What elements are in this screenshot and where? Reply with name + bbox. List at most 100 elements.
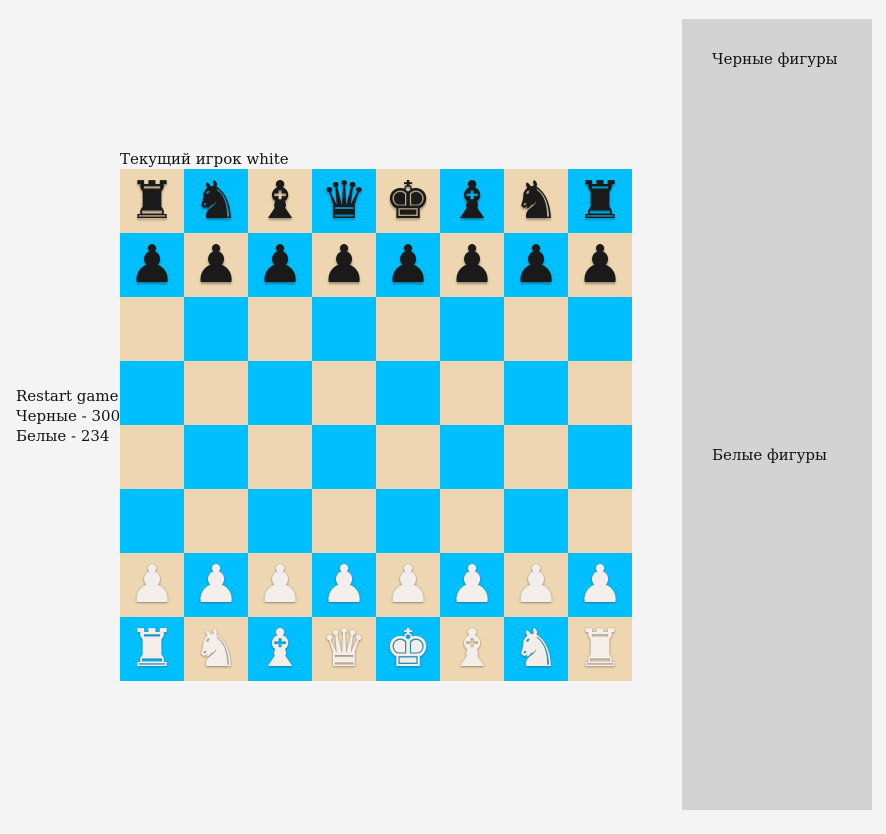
square-a5[interactable] (120, 361, 184, 425)
square-e6[interactable] (376, 297, 440, 361)
square-c7[interactable]: ♟ (248, 233, 312, 297)
square-h6[interactable] (568, 297, 632, 361)
square-c2[interactable]: ♟ (248, 553, 312, 617)
white-king-icon[interactable]: ♚ (385, 617, 432, 681)
square-f3[interactable] (440, 489, 504, 553)
captured-pieces-panel: Черные фигуры Белые фигуры (682, 19, 872, 810)
restart-game-button[interactable]: Restart game (16, 386, 120, 406)
square-b2[interactable]: ♟ (184, 553, 248, 617)
square-a4[interactable] (120, 425, 184, 489)
square-b7[interactable]: ♟ (184, 233, 248, 297)
square-e2[interactable]: ♟ (376, 553, 440, 617)
black-knight-icon[interactable]: ♞ (193, 169, 240, 233)
square-g3[interactable] (504, 489, 568, 553)
square-f1[interactable]: ♝ (440, 617, 504, 681)
square-f4[interactable] (440, 425, 504, 489)
square-b4[interactable] (184, 425, 248, 489)
black-king-icon[interactable]: ♚ (385, 169, 432, 233)
white-bishop-icon[interactable]: ♝ (257, 617, 304, 681)
white-bishop-icon[interactable]: ♝ (449, 617, 496, 681)
square-e5[interactable] (376, 361, 440, 425)
white-pawn-icon[interactable]: ♟ (129, 553, 176, 617)
square-a8[interactable]: ♜ (120, 169, 184, 233)
square-h2[interactable]: ♟ (568, 553, 632, 617)
square-b6[interactable] (184, 297, 248, 361)
square-d8[interactable]: ♛ (312, 169, 376, 233)
square-d7[interactable]: ♟ (312, 233, 376, 297)
square-d6[interactable] (312, 297, 376, 361)
square-e7[interactable]: ♟ (376, 233, 440, 297)
square-g7[interactable]: ♟ (504, 233, 568, 297)
white-pawn-icon[interactable]: ♟ (449, 553, 496, 617)
white-queen-icon[interactable]: ♛ (321, 617, 368, 681)
white-rook-icon[interactable]: ♜ (129, 617, 176, 681)
white-score: Белые - 234 (16, 427, 110, 445)
square-e8[interactable]: ♚ (376, 169, 440, 233)
square-c5[interactable] (248, 361, 312, 425)
square-f6[interactable] (440, 297, 504, 361)
white-rook-icon[interactable]: ♜ (577, 617, 624, 681)
square-e1[interactable]: ♚ (376, 617, 440, 681)
square-f2[interactable]: ♟ (440, 553, 504, 617)
square-d4[interactable] (312, 425, 376, 489)
square-h7[interactable]: ♟ (568, 233, 632, 297)
square-h3[interactable] (568, 489, 632, 553)
black-bishop-icon[interactable]: ♝ (257, 169, 304, 233)
square-g4[interactable] (504, 425, 568, 489)
square-g5[interactable] (504, 361, 568, 425)
square-h4[interactable] (568, 425, 632, 489)
square-b1[interactable]: ♞ (184, 617, 248, 681)
square-h5[interactable] (568, 361, 632, 425)
square-f7[interactable]: ♟ (440, 233, 504, 297)
black-knight-icon[interactable]: ♞ (513, 169, 560, 233)
square-a7[interactable]: ♟ (120, 233, 184, 297)
black-score: Черные - 300 (16, 407, 121, 425)
square-e3[interactable] (376, 489, 440, 553)
square-b3[interactable] (184, 489, 248, 553)
white-knight-icon[interactable]: ♞ (513, 617, 560, 681)
white-pawn-icon[interactable]: ♟ (385, 553, 432, 617)
square-a2[interactable]: ♟ (120, 553, 184, 617)
black-rook-icon[interactable]: ♜ (129, 169, 176, 233)
square-g6[interactable] (504, 297, 568, 361)
square-h1[interactable]: ♜ (568, 617, 632, 681)
white-pawn-icon[interactable]: ♟ (577, 553, 624, 617)
square-d5[interactable] (312, 361, 376, 425)
square-g1[interactable]: ♞ (504, 617, 568, 681)
black-queen-icon[interactable]: ♛ (321, 169, 368, 233)
black-bishop-icon[interactable]: ♝ (449, 169, 496, 233)
square-f8[interactable]: ♝ (440, 169, 504, 233)
square-c3[interactable] (248, 489, 312, 553)
black-pawn-icon[interactable]: ♟ (321, 233, 368, 297)
black-pawn-icon[interactable]: ♟ (513, 233, 560, 297)
square-f5[interactable] (440, 361, 504, 425)
square-a1[interactable]: ♜ (120, 617, 184, 681)
square-e4[interactable] (376, 425, 440, 489)
black-pawn-icon[interactable]: ♟ (257, 233, 304, 297)
square-c1[interactable]: ♝ (248, 617, 312, 681)
black-pawn-icon[interactable]: ♟ (449, 233, 496, 297)
black-pawn-icon[interactable]: ♟ (129, 233, 176, 297)
square-g8[interactable]: ♞ (504, 169, 568, 233)
square-c6[interactable] (248, 297, 312, 361)
black-pawn-icon[interactable]: ♟ (193, 233, 240, 297)
square-d1[interactable]: ♛ (312, 617, 376, 681)
white-pawn-icon[interactable]: ♟ (513, 553, 560, 617)
square-c8[interactable]: ♝ (248, 169, 312, 233)
square-a3[interactable] (120, 489, 184, 553)
black-rook-icon[interactable]: ♜ (577, 169, 624, 233)
white-pawn-icon[interactable]: ♟ (321, 553, 368, 617)
square-c4[interactable] (248, 425, 312, 489)
square-h8[interactable]: ♜ (568, 169, 632, 233)
square-d2[interactable]: ♟ (312, 553, 376, 617)
white-pawn-icon[interactable]: ♟ (257, 553, 304, 617)
square-b5[interactable] (184, 361, 248, 425)
black-pawn-icon[interactable]: ♟ (577, 233, 624, 297)
square-g2[interactable]: ♟ (504, 553, 568, 617)
white-knight-icon[interactable]: ♞ (193, 617, 240, 681)
square-a6[interactable] (120, 297, 184, 361)
square-d3[interactable] (312, 489, 376, 553)
square-b8[interactable]: ♞ (184, 169, 248, 233)
white-pawn-icon[interactable]: ♟ (193, 553, 240, 617)
black-pawn-icon[interactable]: ♟ (385, 233, 432, 297)
